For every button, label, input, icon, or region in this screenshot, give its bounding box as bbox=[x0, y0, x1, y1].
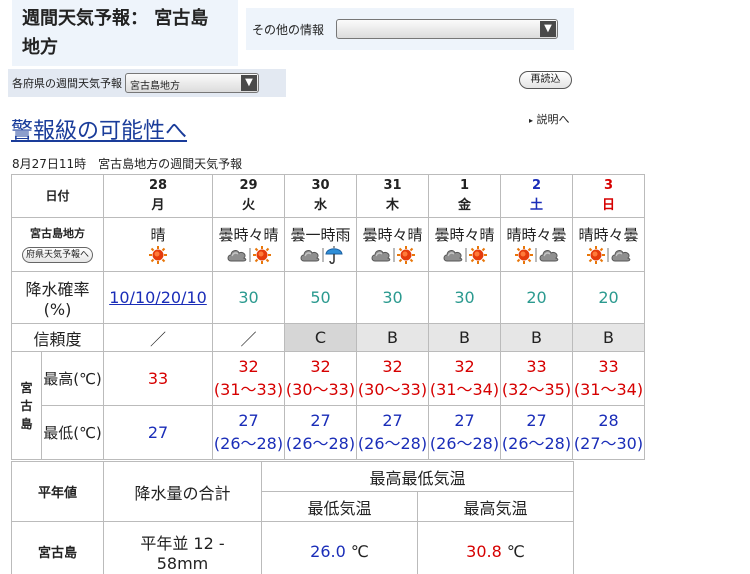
cloud-icon bbox=[610, 247, 632, 263]
icon-separator bbox=[321, 247, 324, 262]
weather-cell: 曇時々晴 bbox=[428, 217, 501, 272]
city-label: 宮古島 bbox=[11, 351, 42, 460]
precip-value: 30 bbox=[212, 271, 285, 324]
reliability-value: C bbox=[284, 323, 357, 352]
cloud-icon bbox=[442, 247, 464, 263]
precip-value: 30 bbox=[356, 271, 429, 324]
umbrella-icon bbox=[324, 245, 343, 265]
issued-time: 8月27日11時 宮古島地方の週間天気予報 bbox=[12, 157, 243, 171]
min-temp-value: 28 (27〜30) bbox=[572, 405, 645, 460]
cloud-icon bbox=[299, 247, 321, 263]
min-temp-value: 27 (26〜28) bbox=[212, 405, 285, 460]
prefecture-label: 各府県の週間天気予報 bbox=[12, 77, 122, 90]
day-cell-saturday: 2土 bbox=[500, 174, 573, 218]
precip-value: 20 bbox=[500, 271, 573, 324]
weather-cell: 曇時々晴 bbox=[212, 217, 285, 272]
normals-table: 平年値 降水量の合計 最高最低気温 最低気温 最高気温 宮古島 平年並 12 -… bbox=[11, 461, 574, 574]
arrow-right-icon: ▸ bbox=[529, 116, 534, 125]
precip-value: 20 bbox=[572, 271, 645, 324]
max-temp-normal-value: 30.8 ℃ bbox=[417, 521, 574, 574]
chevron-down-icon: ▼ bbox=[540, 21, 557, 37]
icon-separator bbox=[392, 247, 395, 262]
max-temp-label: 最高(℃) bbox=[41, 351, 104, 406]
explanation-link[interactable]: ▸ 説明へ bbox=[529, 111, 570, 127]
sun-icon bbox=[396, 245, 416, 265]
prefecture-forecast-button[interactable]: 府県天気予報へ bbox=[21, 247, 93, 263]
region-cell: 宮古島地方 府県天気予報へ bbox=[11, 217, 104, 272]
icon-separator bbox=[248, 247, 251, 262]
min-temp-normal-label: 最低気温 bbox=[261, 491, 418, 522]
sun-icon bbox=[252, 245, 272, 265]
page-title-line2: 地方 bbox=[22, 37, 58, 58]
min-temp-value: 27 bbox=[103, 405, 213, 460]
icon-separator bbox=[606, 247, 609, 262]
reliability-value: ／ bbox=[103, 323, 213, 352]
reliability-value: B bbox=[572, 323, 645, 352]
reliability-value: ／ bbox=[212, 323, 285, 352]
prefecture-panel: 各府県の週間天気予報 宮古島地方 ▼ bbox=[8, 69, 286, 97]
precip-value: 50 bbox=[284, 271, 357, 324]
max-temp-value: 33 (32〜35) bbox=[500, 351, 573, 406]
day-cell: 28 月 bbox=[103, 174, 213, 218]
reliability-value: B bbox=[500, 323, 573, 352]
other-info-label: その他の情報 bbox=[252, 22, 325, 37]
day-cell-sunday: 3日 bbox=[572, 174, 645, 218]
max-temp-value: 32 (30〜33) bbox=[356, 351, 429, 406]
icon-separator bbox=[464, 247, 467, 262]
normals-header: 平年値 bbox=[11, 461, 104, 522]
precip-label: 降水確率 (%) bbox=[11, 271, 104, 324]
min-temp-normal-value: 26.0 ℃ bbox=[261, 521, 418, 574]
precip-normal-value: 平年並 12 -58mm bbox=[103, 521, 262, 574]
max-temp-value: 33 bbox=[103, 351, 213, 406]
day-cell: 29 火 bbox=[212, 174, 285, 218]
sun-icon bbox=[514, 245, 534, 265]
weather-cell: 曇一時雨 bbox=[284, 217, 357, 272]
page-title: 週間天気予報： 宮古島 bbox=[22, 8, 209, 29]
weather-cell: 晴時々曇 bbox=[500, 217, 573, 272]
precip-total-label: 降水量の合計 bbox=[103, 461, 262, 522]
min-temp-value: 27 (26〜28) bbox=[284, 405, 357, 460]
precip-value[interactable]: 10/10/20/10 bbox=[103, 271, 213, 324]
reliability-value: B bbox=[428, 323, 501, 352]
max-temp-value: 32 (31〜34) bbox=[428, 351, 501, 406]
reliability-label: 信頼度 bbox=[11, 323, 104, 352]
max-temp-normal-label: 最高気温 bbox=[417, 491, 574, 522]
max-temp-value: 32 (30〜33) bbox=[284, 351, 357, 406]
min-temp-value: 27 (26〜28) bbox=[428, 405, 501, 460]
weather-cell: 晴 bbox=[103, 217, 213, 272]
min-temp-value: 27 (26〜28) bbox=[500, 405, 573, 460]
icon-separator bbox=[534, 247, 537, 262]
prefecture-select[interactable]: 宮古島地方 ▼ bbox=[125, 73, 259, 93]
temp-normals-label: 最高最低気温 bbox=[261, 461, 574, 492]
weekly-forecast-table: 日付 28 月 29 火 30 水 31 木 1金 2土 3日 宮古島地方 府県天気予報… bbox=[11, 174, 645, 460]
precip-value: 30 bbox=[428, 271, 501, 324]
max-temp-value: 33 (31〜34) bbox=[572, 351, 645, 406]
chevron-down-icon: ▼ bbox=[241, 75, 257, 91]
warning-possibility-link[interactable]: 警報級の可能性へ bbox=[11, 113, 187, 145]
day-cell: 1金 bbox=[428, 174, 501, 218]
other-info-panel: その他の情報 ▼ bbox=[246, 8, 574, 50]
sun-icon bbox=[468, 245, 488, 265]
reload-button[interactable]: 再読込 bbox=[519, 71, 572, 89]
day-cell: 31 木 bbox=[356, 174, 429, 218]
date-header: 日付 bbox=[11, 174, 104, 218]
weather-cell: 晴時々曇 bbox=[572, 217, 645, 272]
cloud-icon bbox=[538, 247, 560, 263]
sun-icon bbox=[148, 245, 168, 265]
cloud-icon bbox=[370, 247, 392, 263]
weather-cell: 曇時々晴 bbox=[356, 217, 429, 272]
page-title-box: 週間天気予報： 宮古島 地方 bbox=[12, 0, 238, 66]
max-temp-value: 32 (31〜33) bbox=[212, 351, 285, 406]
min-temp-value: 27 (26〜28) bbox=[356, 405, 429, 460]
sun-icon bbox=[586, 245, 606, 265]
min-temp-label: 最低(℃) bbox=[41, 405, 104, 460]
normals-city: 宮古島 bbox=[11, 521, 104, 574]
day-cell: 30 水 bbox=[284, 174, 357, 218]
reliability-value: B bbox=[356, 323, 429, 352]
other-info-select[interactable]: ▼ bbox=[336, 19, 559, 39]
cloud-icon bbox=[226, 247, 248, 263]
